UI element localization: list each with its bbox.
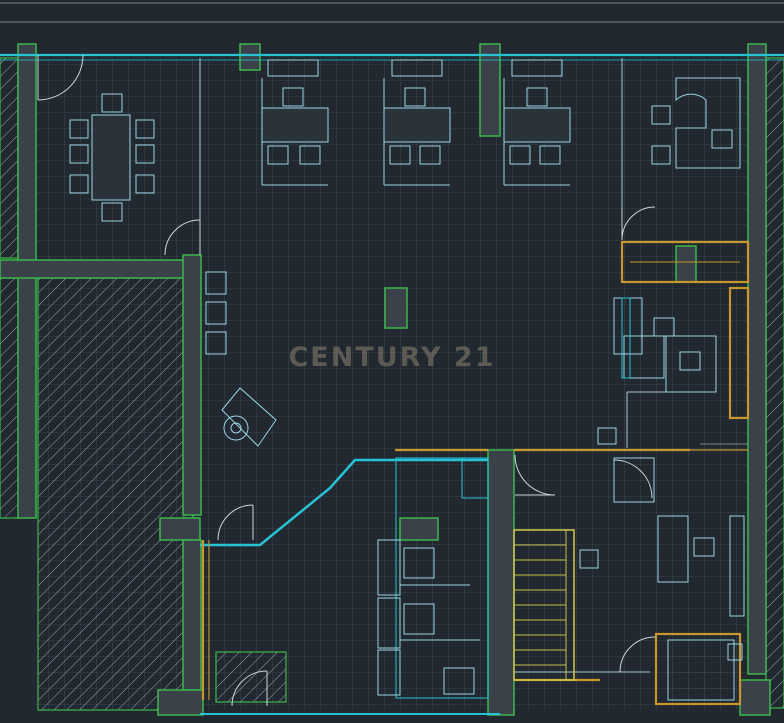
hatch-west-strip [0, 277, 21, 519]
hatch-core-block [37, 277, 194, 711]
hatch-west-top [0, 57, 19, 259]
floor-plan [0, 0, 784, 723]
hatch-east-strip [765, 57, 784, 709]
hatch-corridor-south [215, 651, 287, 703]
